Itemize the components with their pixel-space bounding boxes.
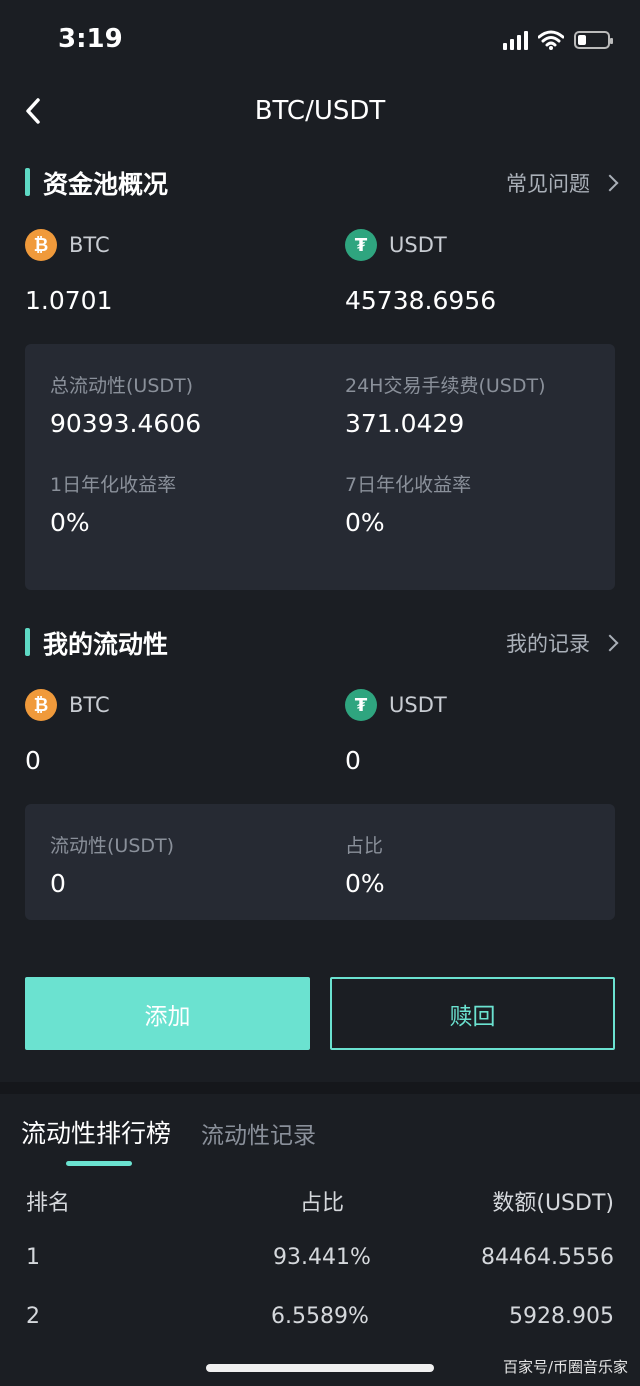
btc-icon: ₿ <box>25 229 57 261</box>
coin-symbol: USDT <box>389 693 447 717</box>
header-rank: 排名 <box>26 1191 71 1216</box>
fee-value: 371.0429 <box>345 409 465 438</box>
battery-icon <box>574 31 613 49</box>
pool-coin-usdt: ₮ USDT <box>345 229 447 261</box>
usdt-icon: ₮ <box>345 689 377 721</box>
signal-icon <box>503 30 528 50</box>
tab-liquidity-ranking[interactable]: 流动性排行榜 <box>21 1114 171 1150</box>
pool-coin-btc: ₿ BTC <box>25 229 110 261</box>
pool-btc-amount: 1.0701 <box>25 286 113 315</box>
coin-symbol: BTC <box>69 233 110 257</box>
active-tab-indicator <box>66 1161 132 1166</box>
header-amount: 数额(USDT) <box>492 1191 614 1216</box>
share-value: 0% <box>345 869 385 898</box>
mine-coin-btc: ₿ BTC <box>25 689 110 721</box>
total-liquidity-label: 总流动性(USDT) <box>50 375 194 397</box>
add-button[interactable]: 添加 <box>25 977 310 1050</box>
row2-share: 6.5589% <box>271 1304 369 1329</box>
apy1-label: 1日年化收益率 <box>50 474 177 496</box>
row2-amount: 5928.905 <box>509 1304 614 1329</box>
faq-link-label: 常见问题 <box>506 172 590 196</box>
faq-link[interactable]: 常见问题 <box>506 168 619 198</box>
section-accent-bar <box>25 628 30 656</box>
status-icons <box>503 30 613 50</box>
watermark: 百家号/币圈音乐家 <box>502 1358 628 1376</box>
mine-btc-amount: 0 <box>25 746 41 775</box>
records-link[interactable]: 我的记录 <box>506 628 619 658</box>
row1-amount: 84464.5556 <box>481 1245 614 1270</box>
mine-stats-card: 流动性(USDT) 0 占比 0% <box>25 804 615 920</box>
chevron-right-icon <box>601 634 619 652</box>
apy7-label: 7日年化收益率 <box>345 474 472 496</box>
my-liquidity-label: 流动性(USDT) <box>50 835 175 857</box>
mine-section-title: 我的流动性 <box>43 630 169 659</box>
page-title: BTC/USDT <box>254 96 386 126</box>
total-liquidity-value: 90393.4606 <box>50 409 202 438</box>
tab-liquidity-records[interactable]: 流动性记录 <box>201 1116 316 1150</box>
my-liquidity-value: 0 <box>50 869 66 898</box>
pool-usdt-amount: 45738.6956 <box>345 286 497 315</box>
mine-usdt-amount: 0 <box>345 746 361 775</box>
share-label: 占比 <box>345 835 384 857</box>
apy1-value: 0% <box>50 508 90 537</box>
pool-section-title: 资金池概况 <box>43 170 169 199</box>
section-divider <box>0 1082 640 1094</box>
apy7-value: 0% <box>345 508 385 537</box>
wifi-icon <box>538 30 564 50</box>
mine-coin-usdt: ₮ USDT <box>345 689 447 721</box>
btc-icon: ₿ <box>25 689 57 721</box>
coin-symbol: BTC <box>69 693 110 717</box>
chevron-right-icon <box>601 174 619 192</box>
row1-share: 93.441% <box>273 1245 371 1270</box>
row1-rank: 1 <box>26 1245 40 1270</box>
fee-label: 24H交易手续费(USDT) <box>345 375 546 397</box>
coin-symbol: USDT <box>389 233 447 257</box>
section-accent-bar <box>25 168 30 196</box>
records-link-label: 我的记录 <box>506 632 590 656</box>
redeem-button[interactable]: 赎回 <box>330 977 615 1050</box>
header-share: 占比 <box>300 1191 345 1216</box>
row2-rank: 2 <box>26 1304 40 1329</box>
usdt-icon: ₮ <box>345 229 377 261</box>
home-indicator[interactable] <box>206 1364 434 1372</box>
pool-stats-card: 总流动性(USDT) 90393.4606 24H交易手续费(USDT) 371… <box>25 344 615 590</box>
status-time: 3:19 <box>58 24 123 54</box>
